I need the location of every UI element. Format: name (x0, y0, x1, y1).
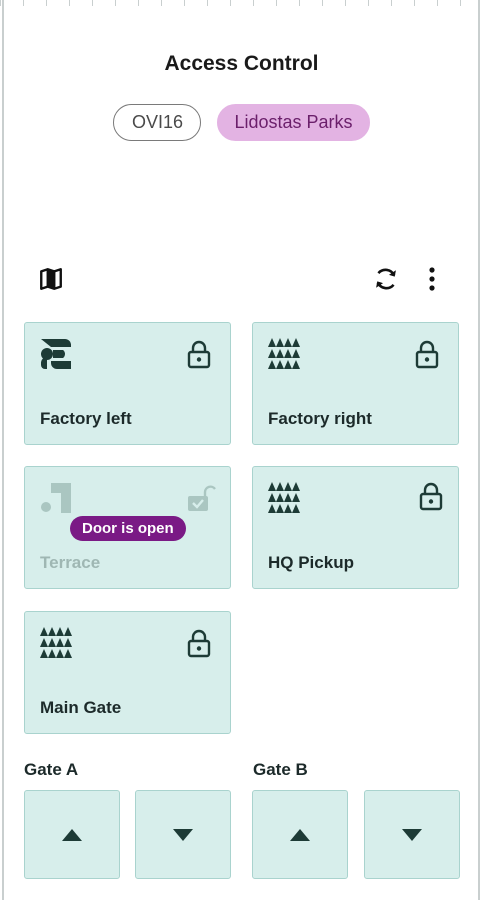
chip-ovi16[interactable]: OVI16 (113, 104, 202, 141)
logo-triangles-icon (39, 626, 73, 660)
door-open-badge: Door is open (70, 516, 186, 541)
map-icon[interactable] (36, 264, 66, 294)
lock-icon (186, 628, 212, 658)
gate-a-up-button[interactable] (24, 790, 120, 879)
door-tile-factory-left[interactable]: Factory left (24, 322, 231, 445)
gate-a-down-button[interactable] (135, 790, 231, 879)
door-label: Main Gate (40, 698, 122, 717)
logo-s-icon (39, 337, 73, 371)
triangle-up-icon (62, 828, 82, 841)
door-label: Factory right (268, 409, 372, 428)
lock-icon (186, 339, 212, 369)
gate-b-title: Gate B (253, 760, 308, 779)
logo-triangles-icon (267, 481, 301, 515)
logo-triangles-icon (267, 337, 301, 371)
top-edge (0, 0, 483, 6)
page-title: Access Control (164, 52, 319, 75)
more-vertical-icon[interactable] (420, 263, 444, 295)
gate-b-up-button[interactable] (252, 790, 348, 879)
lock-icon (418, 481, 444, 511)
door-label: Factory left (40, 409, 132, 428)
sync-icon[interactable] (370, 263, 402, 295)
gate-b-down-button[interactable] (364, 790, 460, 879)
triangle-down-icon (173, 828, 193, 841)
gate-a-title: Gate A (24, 760, 79, 779)
site-chips: OVI16 Lidostas Parks (0, 104, 483, 141)
chip-lidostas-parks[interactable]: Lidostas Parks (217, 104, 370, 141)
triangle-up-icon (290, 828, 310, 841)
door-tile-hq-pickup[interactable]: HQ Pickup (252, 466, 459, 589)
logo-dot-square-icon (39, 481, 73, 515)
lock-icon (414, 339, 440, 369)
door-tile-terrace[interactable]: Door is open Terrace (24, 466, 231, 589)
unlock-icon (186, 483, 216, 513)
door-label: HQ Pickup (268, 553, 354, 572)
door-tile-factory-right[interactable]: Factory right (252, 322, 459, 445)
triangle-down-icon (402, 828, 422, 841)
door-label: Terrace (40, 553, 101, 572)
door-tile-main-gate[interactable]: Main Gate (24, 611, 231, 734)
